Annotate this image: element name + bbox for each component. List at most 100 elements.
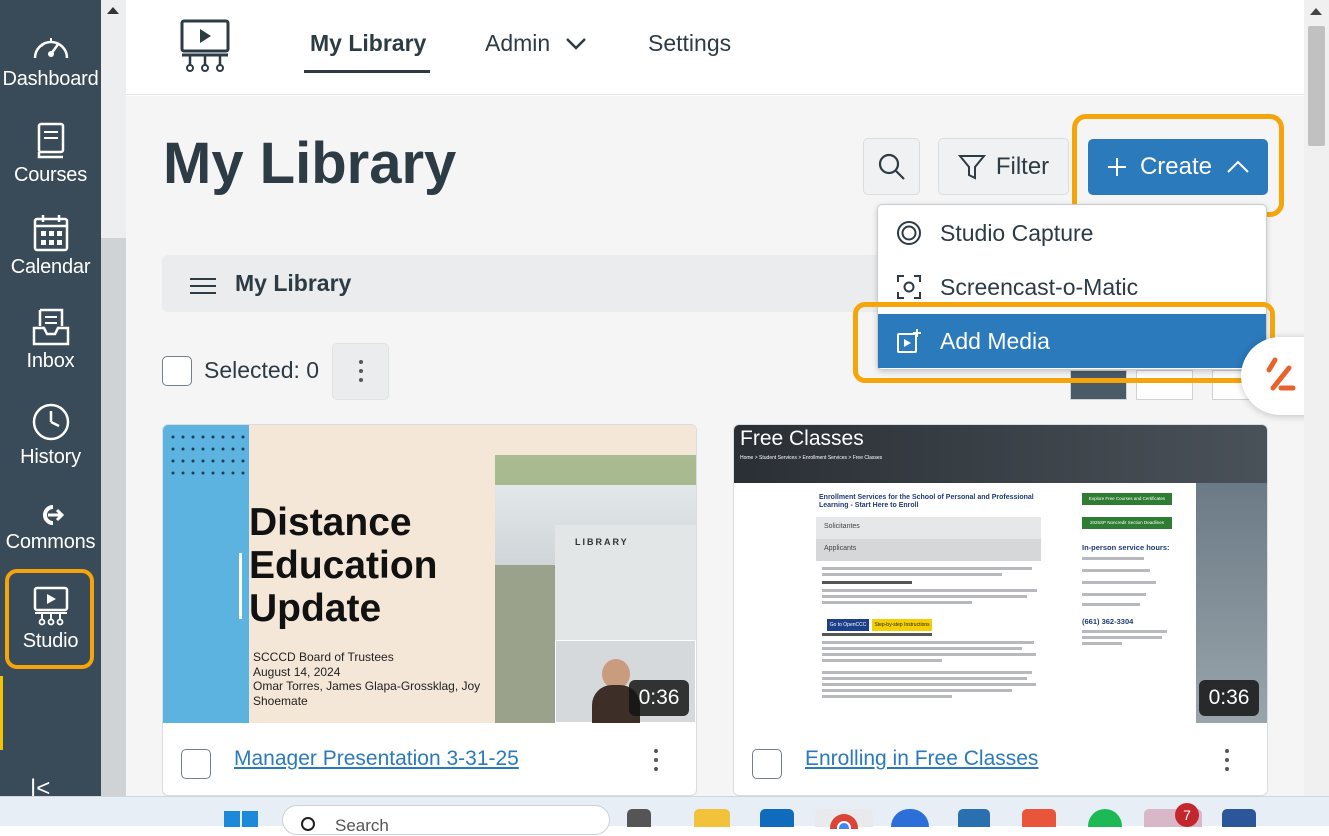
active-indicator	[0, 676, 3, 750]
nav-calendar[interactable]: Calendar	[0, 214, 101, 279]
calendar-app-icon[interactable]	[958, 809, 990, 827]
zoom-icon[interactable]	[891, 809, 929, 827]
slide-details: SCCCD Board of Trustees August 14, 2024 …	[253, 650, 480, 708]
courses-icon	[37, 122, 64, 159]
web-heading: Enrollment Services for the School of Pe…	[819, 494, 1034, 509]
web-hours-text	[1082, 557, 1156, 606]
studio-capture-icon	[897, 221, 921, 245]
card-title-link[interactable]: Enrolling in Free Classes	[805, 747, 1038, 771]
os-taskbar: Search 7	[0, 796, 1329, 835]
card-title-link[interactable]: Manager Presentation 3-31-25	[234, 747, 519, 771]
tab-admin-label: Admin	[485, 30, 551, 56]
duration-badge: 0:36	[1199, 680, 1259, 716]
web-hours-title: In-person service hours:	[1082, 543, 1170, 552]
slide-detail-line: Omar Torres, James Glapa-Grossklag, Joy	[253, 679, 481, 693]
nav-calendar-label: Calendar	[10, 256, 91, 278]
card-footer: Enrolling in Free Classes	[734, 723, 1267, 795]
history-icon	[32, 403, 69, 441]
media-card[interactable]: Free Classes Home > Student Services > E…	[733, 424, 1268, 796]
select-all-checkbox[interactable]	[162, 356, 192, 386]
menu-item-label: Screencast-o-Matic	[940, 273, 1139, 300]
nav-inbox-label: Inbox	[26, 350, 75, 372]
task-view-icon[interactable]	[627, 809, 651, 827]
slide-detail-line: August 14, 2024	[253, 664, 341, 679]
more-vertical-icon[interactable]	[1224, 749, 1230, 776]
taskbar-search-placeholder: Search	[335, 816, 389, 835]
screencast-icon	[897, 275, 921, 299]
search-icon	[878, 153, 905, 180]
nav-inbox[interactable]: Inbox	[0, 308, 101, 373]
web-steps-button: Step-by-step Instructions	[872, 619, 932, 631]
web-body-text	[822, 567, 1037, 698]
filter-label: Filter	[995, 152, 1050, 180]
tab-my-library[interactable]: My Library	[310, 30, 426, 57]
page-title: My Library	[163, 131, 457, 196]
web-nav-item: Solicitantes	[816, 517, 1041, 539]
global-nav: Dashboard Courses Calendar Inbox History…	[0, 0, 101, 802]
media-thumbnail[interactable]: Distance Education Update SCCCD Board of…	[163, 425, 696, 723]
search-button[interactable]	[863, 138, 920, 195]
chrome-icon[interactable]	[815, 809, 873, 829]
app-s-icon[interactable]	[1022, 809, 1056, 827]
slide-detail-line: SCCCD Board of Trustees	[253, 650, 394, 664]
page-scroll-thumb[interactable]	[1308, 26, 1325, 146]
nav-history-label: History	[20, 446, 81, 468]
notification-badge: 7	[1175, 803, 1199, 827]
duration-badge: 0:36	[629, 680, 689, 716]
slide-detail-line: Shoemate	[253, 693, 308, 708]
file-explorer-icon[interactable]	[694, 809, 730, 827]
studio-logo-icon	[180, 19, 230, 72]
chevron-down-icon	[565, 38, 586, 50]
slide-heading: Distance Education Update	[249, 501, 438, 630]
scroll-up-arrow-icon[interactable]	[1310, 8, 1322, 15]
bulk-actions-button[interactable]	[332, 343, 389, 400]
slide-heading-line: Update	[249, 587, 382, 630]
photo-steps	[495, 565, 555, 723]
windows-start-icon[interactable]	[224, 809, 260, 827]
dot-pattern	[171, 435, 245, 475]
scroll-up-arrow-icon[interactable]	[107, 7, 119, 14]
active-tab-underline	[304, 70, 430, 73]
filter-button[interactable]: Filter	[938, 138, 1069, 195]
search-icon	[301, 817, 315, 831]
media-thumbnail[interactable]: Free Classes Home > Student Services > E…	[734, 425, 1267, 723]
web-crumb: Home > Student Services > Enrollment Ser…	[740, 455, 883, 461]
web-phone: (661) 362-3304	[1082, 617, 1134, 626]
menu-item-studio-capture[interactable]: Studio Capture	[878, 206, 1266, 260]
tab-settings[interactable]: Settings	[648, 30, 731, 57]
web-banner: Free Classes Home > Student Services > E…	[734, 425, 1267, 483]
more-vertical-icon[interactable]	[653, 749, 659, 776]
more-vertical-icon	[358, 360, 364, 387]
inbox-icon	[32, 308, 69, 346]
hamburger-menu-icon[interactable]	[190, 277, 216, 295]
create-highlight	[1072, 114, 1284, 217]
breadcrumb-label: My Library	[235, 270, 352, 296]
dashboard-icon	[33, 38, 68, 59]
outlook-icon[interactable]	[760, 809, 794, 827]
calendar-icon	[33, 215, 68, 252]
add-media-highlight	[853, 302, 1275, 383]
left-scroll-thumb[interactable]	[101, 238, 126, 796]
tab-admin[interactable]: Admin	[485, 30, 587, 57]
nav-history[interactable]: History	[0, 402, 101, 469]
chrome-logo	[830, 814, 858, 829]
nav-courses-label: Courses	[13, 164, 88, 186]
breadcrumb: My Library	[162, 255, 882, 312]
filter-icon	[957, 154, 986, 180]
nav-dashboard-label: Dashboard	[2, 68, 99, 90]
slide-heading-line: Education	[249, 544, 438, 587]
tree-canopy	[495, 455, 696, 485]
word-icon[interactable]	[1222, 809, 1256, 827]
card-checkbox[interactable]	[752, 749, 782, 779]
spotify-icon[interactable]	[1088, 809, 1122, 827]
studio-highlight	[5, 569, 94, 669]
nav-courses[interactable]: Courses	[0, 122, 101, 187]
nav-commons[interactable]: Commons	[0, 503, 101, 554]
card-checkbox[interactable]	[181, 749, 211, 779]
library-sign: LIBRARY	[575, 537, 629, 547]
media-card[interactable]: Distance Education Update SCCCD Board of…	[162, 424, 697, 796]
nav-dashboard[interactable]: Dashboard	[0, 30, 101, 91]
taskbar-search[interactable]: Search	[282, 805, 610, 835]
card-footer: Manager Presentation 3-31-25	[163, 723, 696, 795]
selected-count: Selected: 0	[204, 357, 320, 383]
